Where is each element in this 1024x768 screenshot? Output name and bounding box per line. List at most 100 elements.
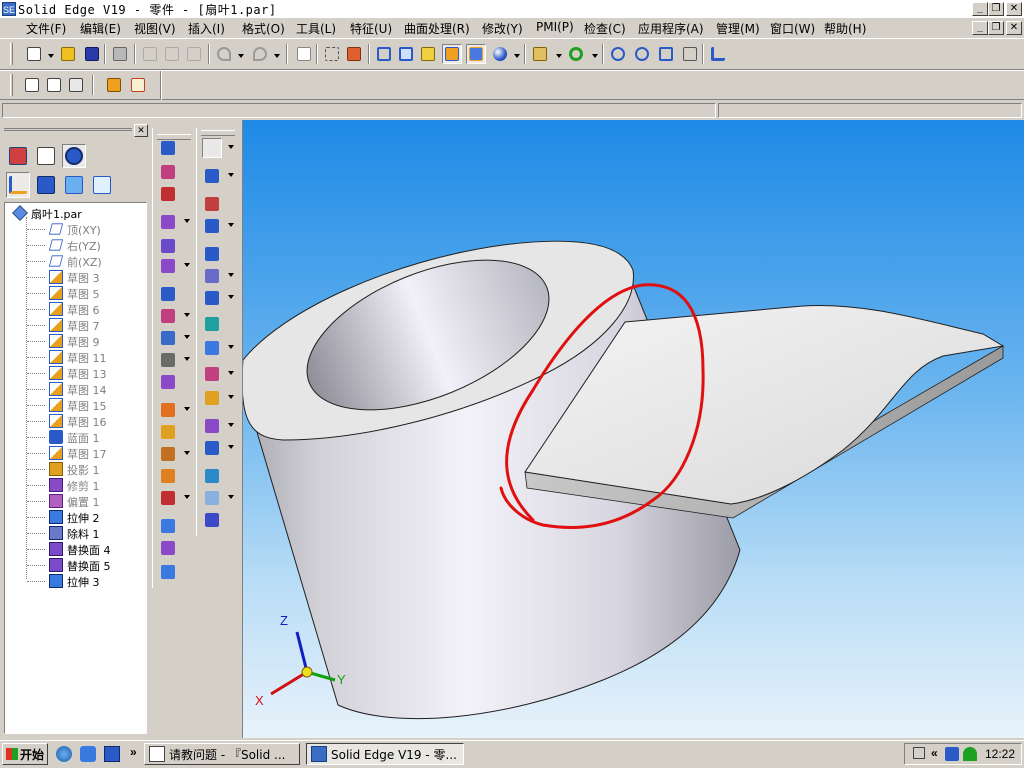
tree-item[interactable]: 草图 7 [5, 317, 145, 333]
tool-dropdown-icon[interactable] [184, 335, 190, 339]
feature-pathfinder-tab[interactable] [6, 172, 30, 198]
paste-button[interactable] [184, 44, 204, 64]
doc-close-button[interactable]: ✕ [1006, 21, 1022, 35]
edgebar-tab-1[interactable] [6, 144, 30, 168]
tree-item[interactable]: 草图 9 [5, 333, 145, 349]
redo-dropdown-icon[interactable] [274, 54, 280, 58]
tool-dropdown-icon[interactable] [184, 263, 190, 267]
feature-tool-button[interactable] [158, 162, 178, 182]
undo-dropdown-icon[interactable] [238, 54, 244, 58]
print-button[interactable] [110, 44, 130, 64]
tool-dropdown-icon[interactable] [228, 423, 234, 427]
feature-tool-button[interactable] [158, 516, 178, 536]
task-button-solid-edge[interactable]: Solid Edge V19 - 零... [306, 743, 464, 765]
feature-tool-button[interactable] [202, 438, 222, 458]
tree-item[interactable]: 草图 5 [5, 285, 145, 301]
tool-dropdown-icon[interactable] [228, 223, 234, 227]
edgebar-tab-3[interactable] [62, 144, 86, 168]
menu-inspect[interactable]: 检查(C) [584, 20, 626, 37]
feature-tool-button[interactable] [202, 166, 222, 186]
paste-special-button[interactable] [294, 44, 314, 64]
tree-item[interactable]: 草图 11 [5, 349, 145, 365]
feature-library-tab[interactable] [34, 172, 58, 198]
select-tool-button[interactable] [202, 138, 222, 158]
feature-tool-button[interactable] [158, 538, 178, 558]
menu-file[interactable]: 文件(F) [26, 20, 66, 37]
new-dropdown-icon[interactable] [48, 54, 54, 58]
feature-tool-button[interactable] [202, 244, 222, 264]
shaded-button[interactable] [466, 44, 486, 64]
tree-item[interactable]: 草图 16 [5, 413, 145, 429]
view-iso-button[interactable] [374, 44, 394, 64]
tree-item[interactable]: 投影 1 [5, 461, 145, 477]
tool-dropdown-icon[interactable] [228, 273, 234, 277]
whats-this-button[interactable] [708, 44, 728, 64]
feature-tool-button[interactable] [202, 288, 222, 308]
tree-item[interactable]: 替换面 5 [5, 557, 145, 573]
start-button[interactable]: 开始 [2, 743, 48, 765]
undo-button[interactable] [214, 44, 234, 64]
edgebar-tab-2[interactable] [34, 144, 58, 168]
feature-tool-button[interactable] [158, 466, 178, 486]
tool-dropdown-icon[interactable] [228, 371, 234, 375]
tray-more[interactable]: « [931, 746, 938, 760]
view-shaded-button[interactable] [396, 44, 416, 64]
menu-modify[interactable]: 修改(Y) [482, 20, 523, 37]
menu-edit[interactable]: 编辑(E) [80, 20, 121, 37]
tray-app-icon[interactable] [963, 747, 977, 761]
doc-restore-button[interactable]: ❐ [988, 21, 1004, 35]
tool-dropdown-icon[interactable] [228, 345, 234, 349]
menu-window[interactable]: 窗口(W) [770, 20, 815, 37]
tool-dropdown-icon[interactable] [228, 445, 234, 449]
menu-view[interactable]: 视图(V) [134, 20, 176, 37]
menu-applications[interactable]: 应用程序(A) [638, 20, 704, 37]
layers-button[interactable] [66, 75, 86, 95]
new-button[interactable] [24, 44, 44, 64]
toolbar-grip[interactable] [10, 43, 13, 65]
feature-tool-button[interactable] [202, 194, 222, 214]
feature-tool-button[interactable] [158, 236, 178, 256]
open-button[interactable] [58, 44, 78, 64]
menu-help[interactable]: 帮助(H) [824, 20, 866, 37]
feature-tool-button[interactable] [158, 138, 178, 158]
feature-tool-button[interactable] [158, 562, 178, 582]
tool-dropdown-icon[interactable] [228, 145, 234, 149]
graphics-window[interactable]: X Y Z [242, 120, 1024, 738]
shaded-edges-button[interactable] [442, 44, 462, 64]
network-icon[interactable] [945, 747, 959, 761]
rotate-button[interactable] [566, 44, 586, 64]
select-tool-button[interactable] [322, 44, 342, 64]
ie-quicklaunch-icon[interactable] [56, 746, 72, 762]
redo-button[interactable] [250, 44, 270, 64]
tree-item[interactable]: 右(YZ) [5, 237, 145, 253]
feature-tool-button[interactable] [202, 266, 222, 286]
view-style-dropdown-icon[interactable] [556, 54, 562, 58]
feature-tool-button[interactable] [202, 314, 222, 334]
feature-tool-button[interactable] [158, 350, 178, 370]
view-hidden-button[interactable] [418, 44, 438, 64]
feature-tool-button[interactable] [202, 388, 222, 408]
feature-tool-button[interactable] [158, 306, 178, 326]
menu-manage[interactable]: 管理(M) [716, 20, 760, 37]
copy-button[interactable] [162, 44, 182, 64]
doc-minimize-button[interactable]: _ [972, 21, 988, 35]
layers-tab[interactable] [90, 172, 114, 198]
feature-tool-button[interactable] [202, 216, 222, 236]
edgebar-grip[interactable] [4, 128, 132, 137]
clock[interactable]: 12:22 [985, 747, 1015, 761]
edgebar-close-button[interactable]: ✕ [134, 124, 148, 137]
feature-tool-button[interactable] [158, 444, 178, 464]
tree-item[interactable]: 修剪 1 [5, 477, 145, 493]
media-quicklaunch-icon[interactable] [80, 746, 96, 762]
tool-dropdown-icon[interactable] [184, 451, 190, 455]
tree-item[interactable]: 拉伸 3 [5, 573, 145, 589]
zoom-button[interactable] [632, 44, 652, 64]
tree-item[interactable]: 顶(XY) [5, 221, 145, 237]
feature-tree[interactable]: 扇叶1.par 顶(XY) 右(YZ) 前(XZ) 草图 3 草图 5 草图 6 草图 7 草… [4, 202, 147, 734]
keyboard-icon[interactable] [913, 747, 925, 759]
feature-tool-button[interactable] [202, 338, 222, 358]
part-view[interactable]: X Y Z [243, 120, 1024, 738]
view-style-button[interactable] [530, 44, 550, 64]
save-button[interactable] [82, 44, 102, 64]
tool-dropdown-icon[interactable] [184, 407, 190, 411]
